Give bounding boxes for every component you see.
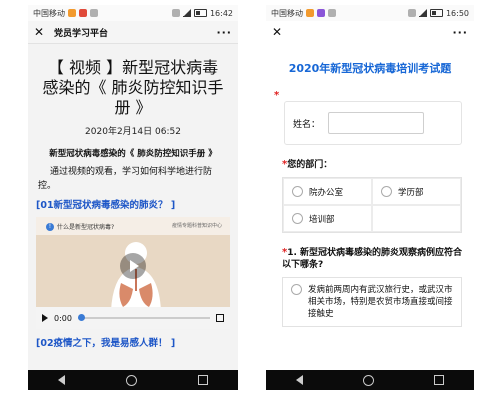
department-label: *您的部门：: [282, 159, 333, 170]
radio-button[interactable]: [292, 213, 303, 224]
article-content: 【 视频 】新型冠状病毒感染的《 肺炎防控知识手册 》 2020年2月14日 0…: [28, 44, 238, 349]
home-icon[interactable]: [363, 374, 374, 386]
video-progress-bar[interactable]: [77, 314, 210, 321]
more-icon[interactable]: ···: [216, 26, 232, 39]
name-label: 姓名：: [293, 119, 321, 130]
play-overlay-icon[interactable]: [120, 253, 146, 279]
right-phone-screen: 中国移动 16:50 ✕ ··· 2020年新型冠状病毒培训考试题 * 姓名： …: [266, 5, 474, 390]
article-intro: 通过视频的观看，学习如何科学地进行防控。: [38, 167, 213, 191]
question-1-option[interactable]: 发病前两周内有武汉旅行史，或武汉市相关市场，特别是农贸市场直接或间接接触史: [282, 277, 462, 327]
video-time: 0:00: [54, 313, 72, 323]
video-player[interactable]: ! 什么是新型冠状病毒? 疫情专题科普知识中心 0:00: [36, 217, 230, 329]
app-notification-icon: [79, 9, 87, 17]
recent-apps-icon[interactable]: [434, 375, 444, 385]
article-title: 【 视频 】新型冠状病毒感染的《 肺炎防控知识手册 》: [42, 58, 224, 117]
system-nav-bar: [28, 370, 238, 390]
alarm-icon: [407, 9, 416, 17]
required-mark: *: [274, 90, 280, 101]
survey-title: 2020年新型冠状病毒培训考试题: [288, 62, 452, 75]
clock-label: 16:42: [209, 8, 233, 18]
app-notification-icon: [317, 9, 325, 17]
clock-label: 16:50: [445, 8, 469, 18]
app-notification-icon: [306, 9, 314, 17]
info-icon: !: [46, 222, 54, 231]
play-icon[interactable]: [42, 314, 48, 322]
nav-title: 党员学习平台: [54, 28, 109, 39]
video-question: ! 什么是新型冠状病毒?: [46, 222, 114, 231]
nav-bar: ✕ ···: [266, 21, 474, 43]
more-icon[interactable]: ···: [452, 26, 468, 39]
video-question-text: 什么是新型冠状病毒?: [57, 224, 115, 231]
system-nav-bar: [266, 370, 474, 390]
question-1-option-text: 发病前两周内有武汉旅行史，或武汉市相关市场，特别是农贸市场直接或间接接触史: [308, 285, 453, 319]
signal-icon: [418, 9, 427, 17]
progress-handle[interactable]: [77, 314, 85, 321]
question-1: *1. 新型冠状病毒感染的肺炎观察病例应符合以下哪条? 发病前两周内有武汉旅行史…: [274, 247, 466, 327]
recent-apps-icon[interactable]: [197, 375, 208, 385]
status-bar: 中国移动 16:50: [266, 5, 474, 21]
left-phone-screen: 中国移动 16:42 ✕ 党员学习平台 ··· 【 视频 】新型冠状病毒感染的《…: [28, 5, 238, 390]
back-icon[interactable]: [58, 375, 66, 385]
status-bar: 中国移动 16:42: [28, 5, 238, 21]
radio-button[interactable]: [292, 186, 303, 197]
dept-option[interactable]: 培训部: [283, 205, 372, 232]
section-heading-02: [02疫情之下，我是易感人群！ ]: [36, 338, 176, 349]
name-question: * 姓名：: [274, 90, 466, 145]
name-field-container: 姓名：: [284, 101, 462, 145]
battery-icon: [193, 9, 207, 17]
article-subheading: 新型冠状病毒感染的《 肺炎防控知识手册 》: [49, 149, 217, 159]
back-icon[interactable]: [296, 375, 303, 385]
name-input[interactable]: [328, 112, 425, 134]
radio-button[interactable]: [291, 284, 302, 295]
video-brand: 疫情专题科普知识中心: [171, 223, 222, 229]
dept-option[interactable]: 学历部: [372, 178, 461, 205]
fullscreen-icon[interactable]: [216, 314, 224, 322]
department-question: *您的部门： 院办公室 学历部 培训部: [274, 159, 466, 233]
app-notification-icon: [90, 9, 98, 17]
alarm-icon: [171, 9, 180, 17]
department-options: 院办公室 学历部 培训部: [282, 177, 462, 233]
close-icon[interactable]: ✕: [34, 25, 48, 39]
video-controls: 0:00: [36, 307, 230, 329]
section-heading-01: [01新型冠状病毒感染的肺炎？ ]: [36, 200, 176, 211]
article-date: 2020年2月14日 06:52: [85, 127, 181, 137]
dept-option-empty: [372, 205, 461, 232]
battery-icon: [429, 9, 443, 17]
nav-bar: ✕ 党员学习平台 ···: [28, 21, 238, 44]
signal-icon: [182, 9, 191, 17]
carrier-label: 中国移动: [271, 8, 303, 18]
app-notification-icon: [68, 9, 76, 17]
home-icon[interactable]: [125, 374, 137, 386]
question-1-title: *1. 新型冠状病毒感染的肺炎观察病例应符合以下哪条?: [282, 247, 463, 270]
carrier-label: 中国移动: [33, 8, 65, 18]
radio-button[interactable]: [381, 186, 392, 197]
dept-option[interactable]: 院办公室: [283, 178, 372, 205]
close-icon[interactable]: ✕: [272, 25, 286, 39]
app-notification-icon: [328, 9, 336, 17]
